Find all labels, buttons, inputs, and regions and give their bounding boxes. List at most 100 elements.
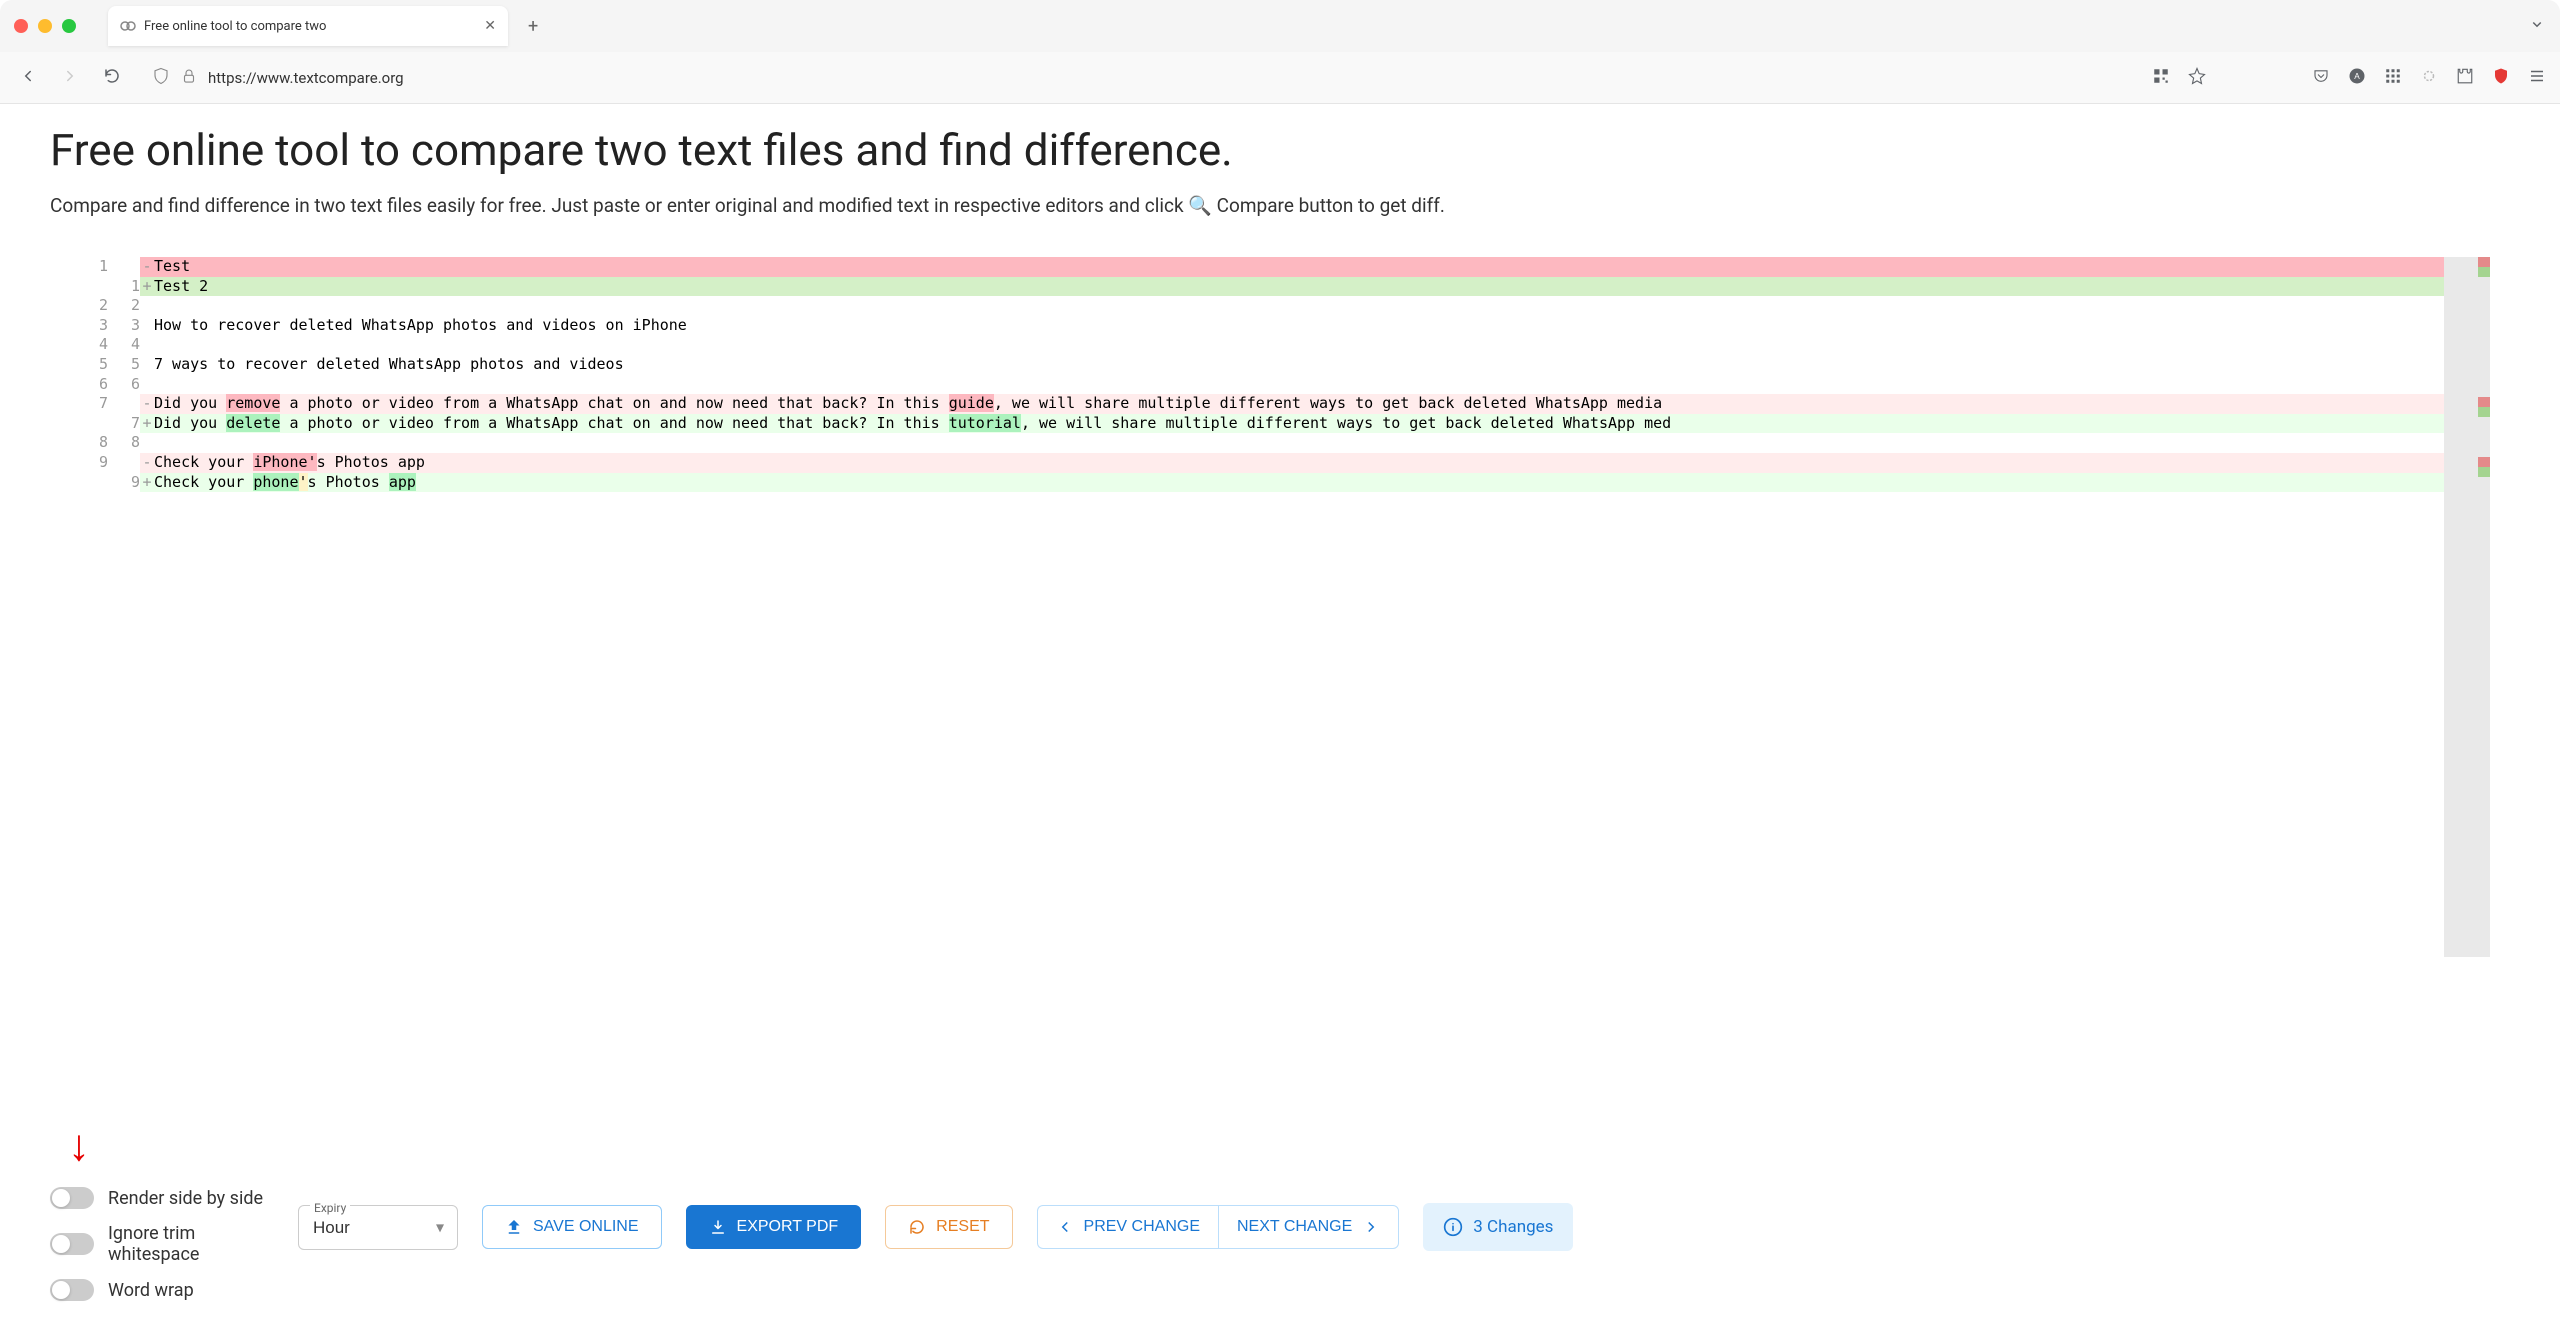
diff-sign bbox=[140, 335, 154, 355]
diff-line: 88 bbox=[70, 433, 2490, 453]
pocket-icon[interactable] bbox=[2312, 67, 2330, 89]
diff-code: Did you delete a photo or video from a W… bbox=[154, 414, 2490, 434]
reset-label: RESET bbox=[936, 1218, 989, 1236]
tab-favicon-icon bbox=[120, 18, 136, 34]
side-by-side-toggle[interactable] bbox=[50, 1187, 94, 1209]
maximize-window-button[interactable] bbox=[62, 19, 76, 33]
dropdown-caret-icon: ▾ bbox=[436, 1218, 444, 1237]
reset-icon bbox=[908, 1218, 926, 1236]
diff-viewer[interactable]: 1-Test1+Test 22233How to recover deleted… bbox=[70, 257, 2490, 492]
subtitle-text-post: Compare button to get diff. bbox=[1212, 194, 1445, 217]
account-icon[interactable]: A bbox=[2348, 67, 2366, 89]
minimize-window-button[interactable] bbox=[38, 19, 52, 33]
diff-code bbox=[154, 296, 2490, 316]
red-arrow-annotation: ↓ bbox=[68, 1119, 90, 1171]
download-icon bbox=[709, 1218, 727, 1236]
line-number-right: 7 bbox=[122, 414, 140, 434]
diff-line: 9+Check your phone's Photos app bbox=[70, 473, 2490, 493]
tab-title: Free online tool to compare two bbox=[144, 19, 476, 34]
qr-icon[interactable] bbox=[2152, 67, 2170, 89]
lock-icon[interactable] bbox=[180, 67, 198, 89]
line-number-right: 3 bbox=[122, 316, 140, 336]
diff-code: How to recover deleted WhatsApp photos a… bbox=[154, 316, 2490, 336]
list-tabs-icon[interactable] bbox=[2528, 15, 2546, 37]
diff-sign: + bbox=[140, 473, 154, 493]
bookmark-star-icon[interactable] bbox=[2188, 67, 2206, 89]
diff-line: 1+Test 2 bbox=[70, 277, 2490, 297]
close-tab-icon[interactable]: ✕ bbox=[484, 18, 496, 34]
diff-line: 557 ways to recover deleted WhatsApp pho… bbox=[70, 355, 2490, 375]
menu-icon[interactable] bbox=[2528, 67, 2546, 89]
toolbar: https://www.textcompare.org A bbox=[0, 52, 2560, 104]
prev-label: PREV CHANGE bbox=[1084, 1218, 1200, 1236]
back-button[interactable] bbox=[14, 66, 42, 90]
diff-sign: - bbox=[140, 453, 154, 473]
diff-sign bbox=[140, 433, 154, 453]
prev-change-button[interactable]: PREV CHANGE bbox=[1037, 1205, 1218, 1249]
line-number-left bbox=[70, 277, 122, 297]
line-number-right: 4 bbox=[122, 335, 140, 355]
ignore-trim-label: Ignore trim whitespace bbox=[108, 1223, 268, 1265]
diff-sign bbox=[140, 355, 154, 375]
diff-line: 7+Did you delete a photo or video from a… bbox=[70, 414, 2490, 434]
diff-sign: - bbox=[140, 394, 154, 414]
diff-line: 1-Test bbox=[70, 257, 2490, 277]
shield-icon[interactable] bbox=[152, 67, 170, 89]
forward-button[interactable] bbox=[56, 66, 84, 90]
export-label: EXPORT PDF bbox=[737, 1218, 839, 1236]
apps-icon[interactable] bbox=[2384, 67, 2402, 89]
changes-count: 3 Changes bbox=[1473, 1217, 1553, 1237]
search-icon: 🔍 bbox=[1188, 194, 1212, 217]
save-online-button[interactable]: SAVE ONLINE bbox=[482, 1205, 662, 1249]
line-number-right: 1 bbox=[122, 277, 140, 297]
extension-dot-icon[interactable] bbox=[2420, 67, 2438, 89]
adblock-icon[interactable] bbox=[2492, 67, 2510, 89]
diff-sign: - bbox=[140, 257, 154, 277]
change-nav-group: PREV CHANGE NEXT CHANGE bbox=[1037, 1205, 1400, 1249]
chevron-right-icon bbox=[1362, 1218, 1380, 1236]
line-number-left: 2 bbox=[70, 296, 122, 316]
subtitle-text-pre: Compare and find difference in two text … bbox=[50, 194, 1188, 217]
upload-icon bbox=[505, 1218, 523, 1236]
close-window-button[interactable] bbox=[14, 19, 28, 33]
diff-line: 66 bbox=[70, 375, 2490, 395]
reset-button[interactable]: RESET bbox=[885, 1205, 1012, 1249]
diff-line: 7-Did you remove a photo or video from a… bbox=[70, 394, 2490, 414]
line-number-right bbox=[122, 257, 140, 277]
line-number-right: 2 bbox=[122, 296, 140, 316]
save-label: SAVE ONLINE bbox=[533, 1218, 639, 1236]
word-wrap-toggle[interactable] bbox=[50, 1279, 94, 1301]
diff-code bbox=[154, 375, 2490, 395]
line-number-right: 6 bbox=[122, 375, 140, 395]
line-number-left bbox=[70, 414, 122, 434]
line-number-left: 8 bbox=[70, 433, 122, 453]
extensions-icon[interactable] bbox=[2456, 67, 2474, 89]
new-tab-button[interactable]: + bbox=[528, 16, 538, 37]
next-change-button[interactable]: NEXT CHANGE bbox=[1218, 1205, 1399, 1249]
line-number-right: 8 bbox=[122, 433, 140, 453]
browser-tab[interactable]: Free online tool to compare two ✕ bbox=[108, 6, 508, 46]
export-pdf-button[interactable]: EXPORT PDF bbox=[686, 1205, 862, 1249]
diff-line: 9-Check your iPhone's Photos app bbox=[70, 453, 2490, 473]
line-number-right: 9 bbox=[122, 473, 140, 493]
diff-line: 33How to recover deleted WhatsApp photos… bbox=[70, 316, 2490, 336]
side-by-side-label: Render side by side bbox=[108, 1188, 263, 1209]
minimap-scrollbar[interactable] bbox=[2444, 257, 2490, 957]
url-text: https://www.textcompare.org bbox=[208, 69, 404, 87]
changes-badge: 3 Changes bbox=[1423, 1203, 1573, 1251]
line-number-right bbox=[122, 453, 140, 473]
diff-code: 7 ways to recover deleted WhatsApp photo… bbox=[154, 355, 2490, 375]
ignore-trim-toggle[interactable] bbox=[50, 1233, 94, 1255]
next-label: NEXT CHANGE bbox=[1237, 1218, 1352, 1236]
svg-text:A: A bbox=[2354, 72, 2360, 81]
browser-chrome: Free online tool to compare two ✕ + http… bbox=[0, 0, 2560, 104]
toggle-group: ↓ Render side by side Ignore trim whites… bbox=[50, 1187, 268, 1301]
address-bar[interactable]: https://www.textcompare.org bbox=[140, 60, 2138, 96]
diff-line: 44 bbox=[70, 335, 2490, 355]
line-number-right: 5 bbox=[122, 355, 140, 375]
diff-sign: + bbox=[140, 277, 154, 297]
diff-code: Test bbox=[154, 257, 2490, 277]
reload-button[interactable] bbox=[98, 66, 126, 90]
toolbar-right: A bbox=[2152, 67, 2546, 89]
diff-sign bbox=[140, 375, 154, 395]
